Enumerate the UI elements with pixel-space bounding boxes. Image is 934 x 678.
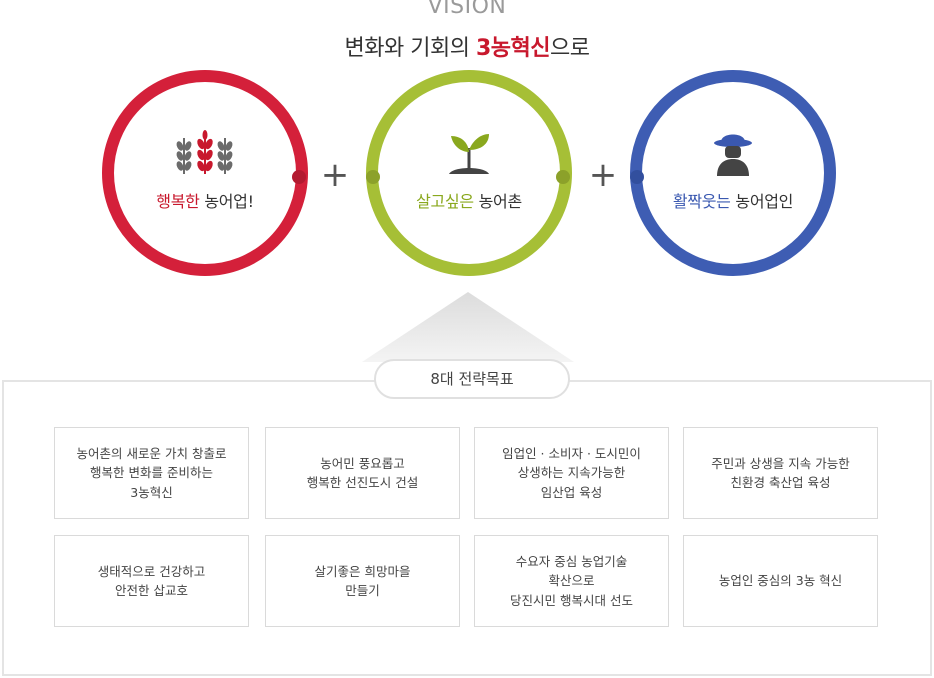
strategy-goal-box: 살기좋은 희망마을 만들기 <box>265 535 460 627</box>
strategy-goal-box: 주민과 상생을 지속 가능한 친환경 축산업 육성 <box>683 427 878 519</box>
strategy-goal-box: 농어촌의 새로운 가치 창출로 행복한 변화를 준비하는 3농혁신 <box>54 427 249 519</box>
strategy-tag: 8대 전략목표 <box>374 359 570 399</box>
strategy-goal-box: 농업인 중심의 3농 혁신 <box>683 535 878 627</box>
spotlight-triangle <box>362 292 574 362</box>
strategy-goal-box: 수요자 중심 농업기술 확산으로 당진시민 행복시대 선도 <box>474 535 669 627</box>
strategy-goal-box: 농어민 풍요롭고 행복한 선진도시 건설 <box>265 427 460 519</box>
strategy-goal-box: 생태적으로 건강하고 안전한 삽교호 <box>54 535 249 627</box>
strategy-goal-box: 임업인 · 소비자 · 도시민이 상생하는 지속가능한 임산업 육성 <box>474 427 669 519</box>
strategy-panel <box>2 380 932 676</box>
